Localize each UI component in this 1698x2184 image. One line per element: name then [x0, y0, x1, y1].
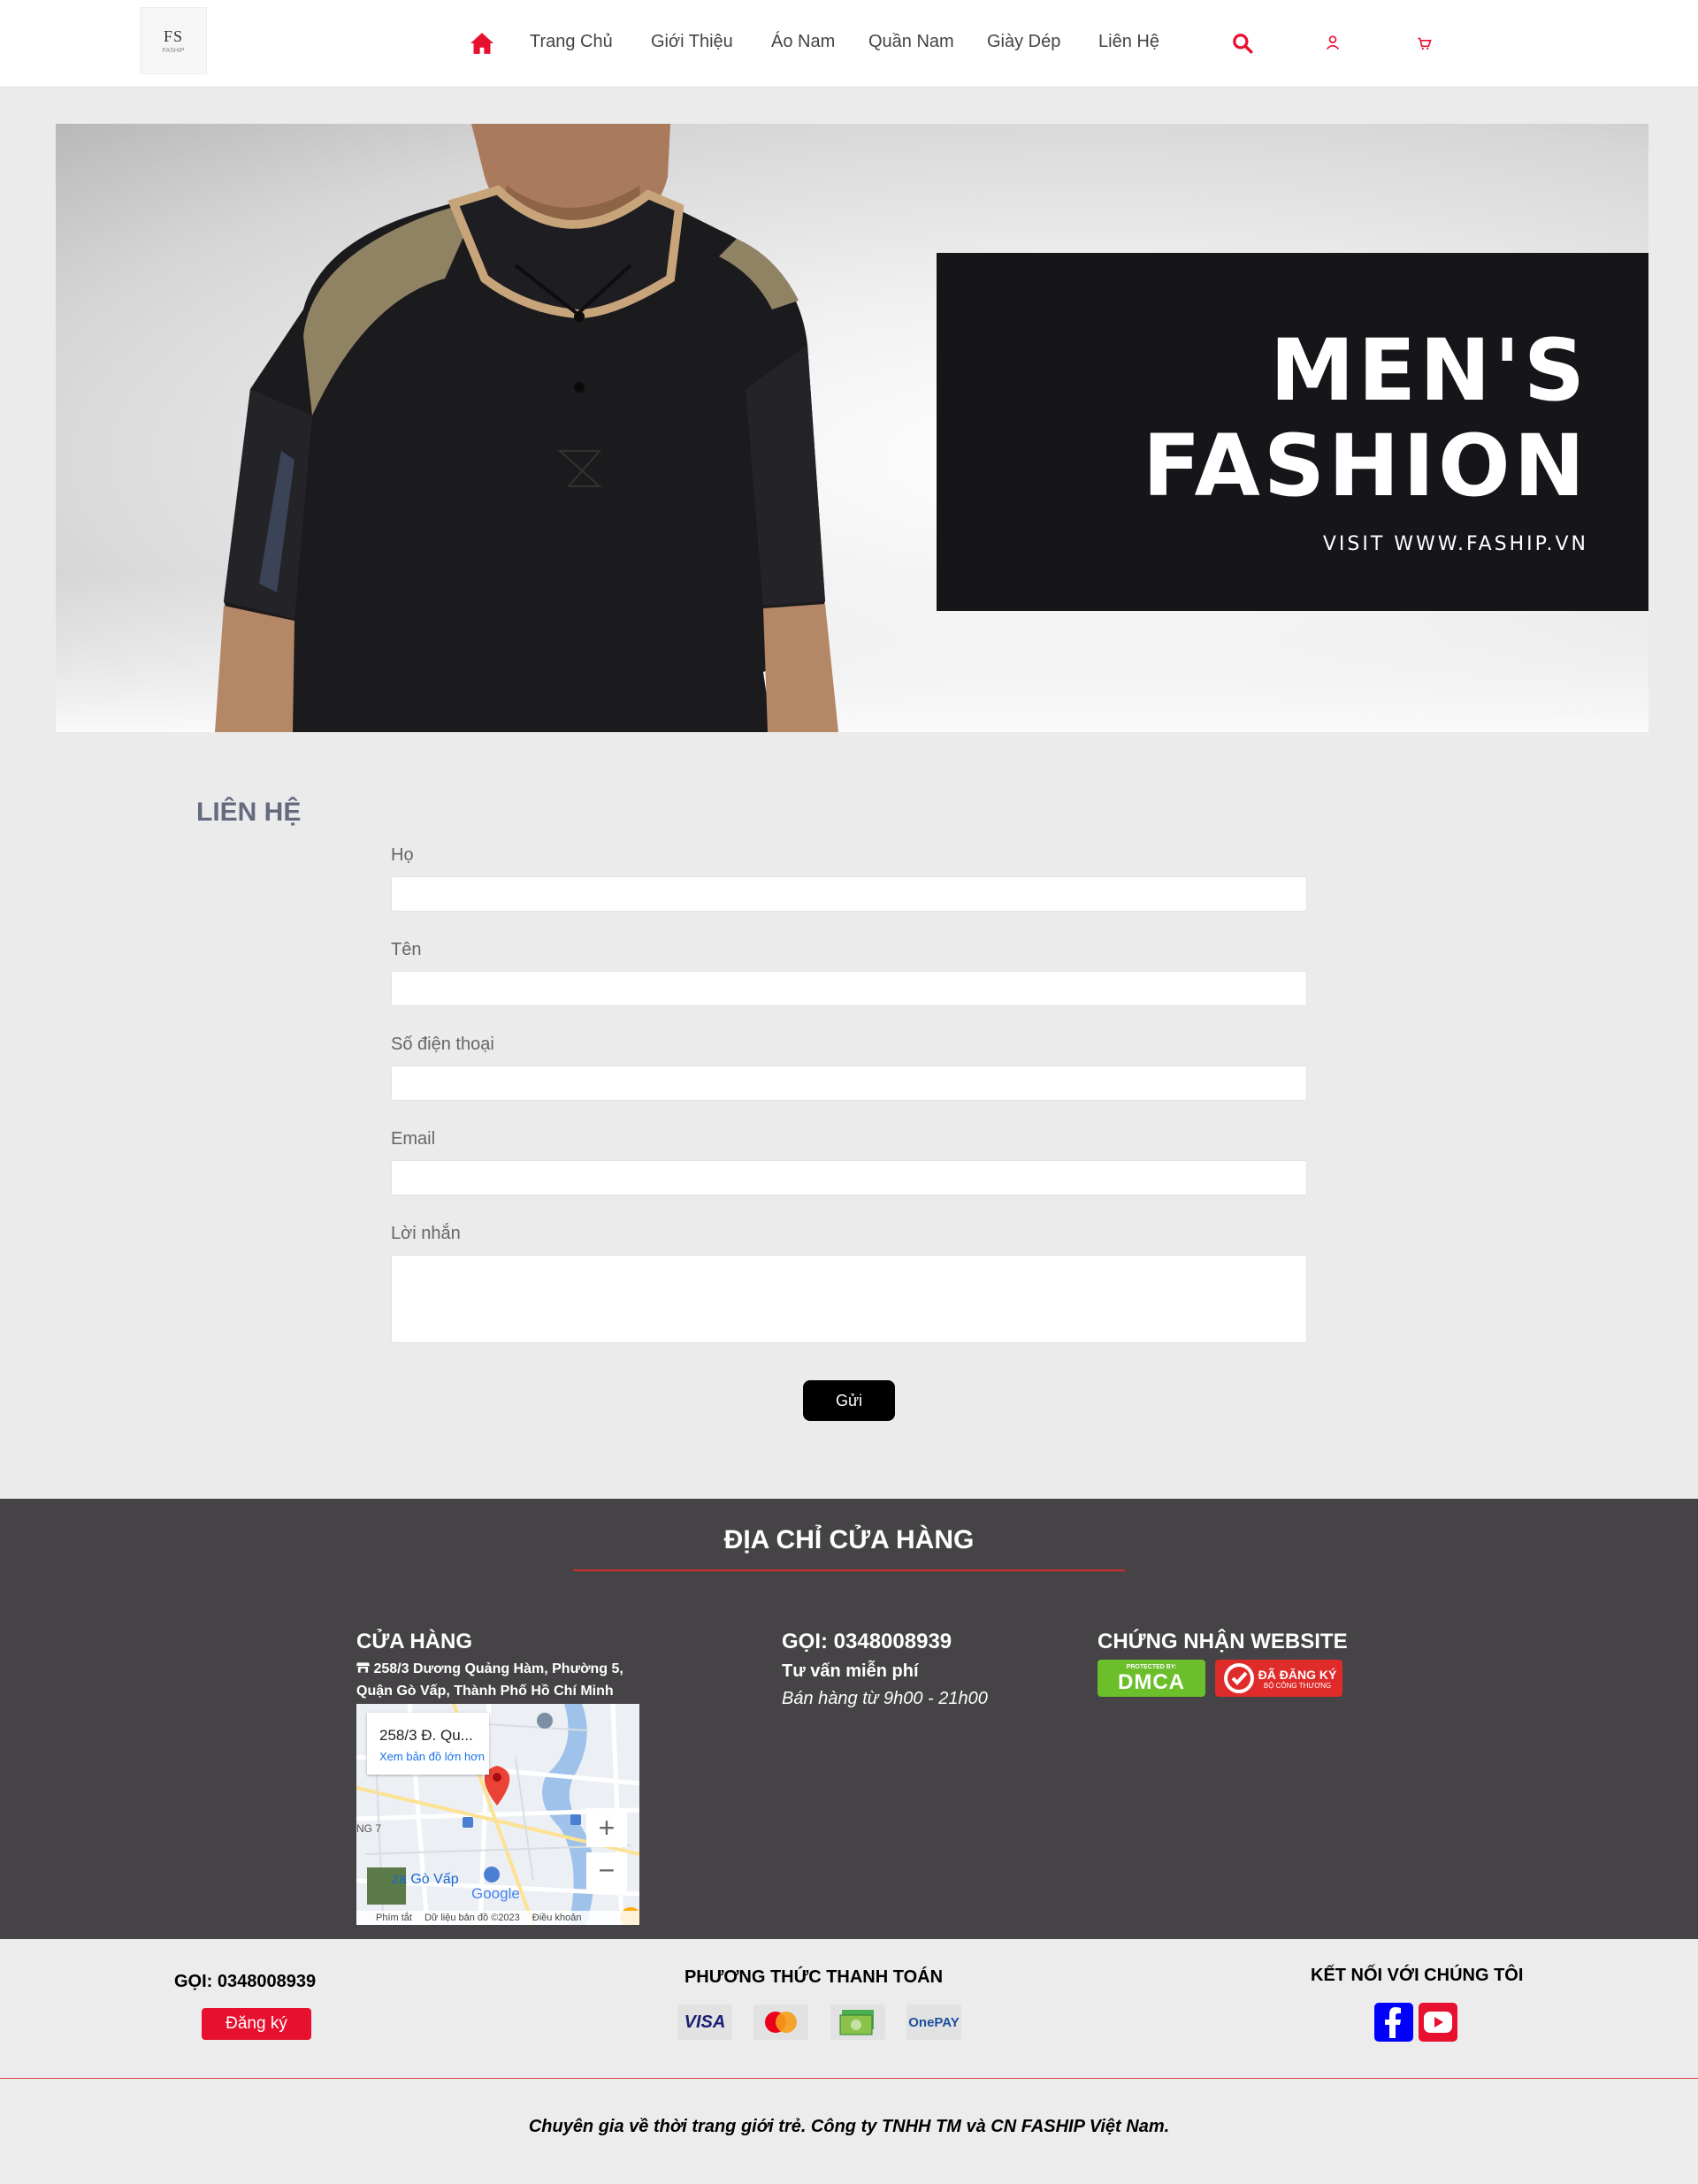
- phone-field[interactable]: [391, 1065, 1307, 1101]
- map-brand: Google: [471, 1885, 520, 1902]
- model-shirt-image: [215, 124, 838, 732]
- registered-badge[interactable]: ĐÃ ĐĂNG KÝ BỘ CÔNG THƯƠNG: [1215, 1660, 1342, 1697]
- check-seal-icon: [1223, 1663, 1254, 1693]
- mastercard-icon: [753, 2005, 808, 2040]
- map-shortcuts-link[interactable]: Phím tắt: [376, 1913, 412, 1923]
- first-name-label: Tên: [391, 940, 422, 959]
- email-label: Email: [391, 1129, 436, 1149]
- email-field[interactable]: [391, 1160, 1307, 1195]
- registered-sub-text: BỘ CÔNG THƯƠNG: [1263, 1681, 1332, 1690]
- nav-ao-nam[interactable]: Áo Nam: [771, 32, 835, 52]
- store-address: 258/3 Dương Quảng Hàm, Phường 5, Quận Gò…: [356, 1658, 648, 1702]
- nav-giay-dep[interactable]: Giày Dép: [987, 32, 1060, 52]
- footer-call: GỌI: 0348008939: [782, 1630, 952, 1653]
- onepay-icon: OnePAY: [906, 2005, 961, 2040]
- message-label: Lời nhắn: [391, 1224, 461, 1243]
- first-name-field[interactable]: [391, 971, 1307, 1006]
- nav-gioi-thieu[interactable]: Giới Thiệu: [651, 32, 733, 52]
- dmca-badge[interactable]: PROTECTED BY: DMCA: [1098, 1660, 1205, 1697]
- site-logo[interactable]: FS FASHIP: [140, 7, 207, 74]
- visa-label: VISA: [684, 2012, 726, 2032]
- footer-slogan: Chuyên gia về thời trang giới trẻ. Công …: [528, 2117, 1170, 2136]
- registered-text: ĐÃ ĐĂNG KÝ: [1258, 1667, 1337, 1682]
- footer-divider: [0, 2078, 1698, 2079]
- page-title: LIÊN HỆ: [196, 798, 302, 827]
- banner-headline-2: FASHION: [1142, 416, 1588, 515]
- registered-texts: ĐÃ ĐĂNG KÝ BỘ CÔNG THƯƠNG: [1258, 1668, 1337, 1690]
- banner-url: VISIT WWW.FASHIP.VN: [1322, 533, 1588, 555]
- store-map[interactable]: 258/3 Đ. Qu... Xem bản đồ lớn hơn + − NG…: [356, 1704, 639, 1925]
- store-title: CỬA HÀNG: [356, 1630, 473, 1653]
- map-area-label: za Gò Vấp: [392, 1872, 459, 1887]
- map-zoom-out-button[interactable]: −: [586, 1852, 627, 1891]
- map-terms-link[interactable]: Điều khoản: [532, 1913, 582, 1923]
- store-icon: [356, 1662, 370, 1673]
- banner-headline-1: MEN'S: [1270, 321, 1588, 420]
- register-button[interactable]: Đăng ký: [202, 2008, 311, 2040]
- visa-icon: VISA: [677, 2005, 732, 2040]
- phone-label: Số điện thoại: [391, 1035, 494, 1054]
- search-icon[interactable]: [1231, 32, 1254, 55]
- map-info-card: 258/3 Đ. Qu... Xem bản đồ lớn hơn: [367, 1713, 489, 1775]
- nav-quan-nam[interactable]: Quần Nam: [868, 32, 954, 52]
- site-header: FS FASHIP Trang Chủ Giới Thiệu Áo Nam Qu…: [0, 0, 1698, 88]
- nav-trang-chu[interactable]: Trang Chủ: [530, 32, 613, 52]
- bottom-footer: GỌI: 0348008939 Đăng ký PHƯƠNG THỨC THAN…: [0, 1939, 1698, 2184]
- map-street-label: NG 7: [356, 1822, 382, 1835]
- hours-text: Bán hàng từ 9h00 - 21h00: [782, 1689, 988, 1708]
- map-attribution: Phím tắt Dữ liệu bản đồ ©2023 Điều khoản: [356, 1911, 639, 1925]
- youtube-icon[interactable]: [1419, 2003, 1457, 2042]
- home-icon[interactable]: [469, 32, 495, 55]
- consult-text: Tư vấn miễn phí: [782, 1661, 919, 1681]
- map-place-name: 258/3 Đ. Qu...: [379, 1727, 473, 1744]
- hero-banner[interactable]: MEN'S FASHION VISIT WWW.FASHIP.VN: [56, 124, 1648, 732]
- onepay-label: OnePAY: [908, 2014, 960, 2030]
- last-name-label: Họ: [391, 845, 414, 865]
- social-title: KẾT NỐI VỚI CHÚNG TÔI: [1311, 1966, 1524, 1985]
- cert-title: CHỨNG NHẬN WEBSITE: [1098, 1630, 1348, 1653]
- map-data-text: Dữ liệu bản đồ ©2023: [424, 1913, 520, 1923]
- store-footer: ĐỊA CHỈ CỬA HÀNG CỬA HÀNG 258/3 Dương Qu…: [0, 1499, 1698, 1939]
- map-larger-link[interactable]: Xem bản đồ lớn hơn: [379, 1750, 485, 1763]
- map-zoom-in-button[interactable]: +: [586, 1808, 627, 1847]
- banner-text-box: MEN'S FASHION VISIT WWW.FASHIP.VN: [937, 253, 1648, 611]
- cash-icon: [830, 2005, 885, 2040]
- logo-text: FASHIP: [162, 48, 185, 54]
- message-field[interactable]: [391, 1255, 1307, 1343]
- address-text: 258/3 Dương Quảng Hàm, Phường 5, Quận Gò…: [356, 1661, 623, 1699]
- facebook-icon[interactable]: [1374, 2003, 1413, 2042]
- nav-lien-he[interactable]: Liên Hệ: [1098, 32, 1159, 52]
- dmca-text: DMCA: [1118, 1669, 1185, 1694]
- store-heading: ĐỊA CHỈ CỬA HÀNG: [723, 1525, 975, 1554]
- user-icon[interactable]: [1321, 32, 1344, 55]
- logo-mark: FS: [163, 27, 184, 45]
- last-name-field[interactable]: [391, 876, 1307, 912]
- heading-divider: [573, 1569, 1125, 1571]
- cart-icon[interactable]: [1413, 32, 1436, 55]
- submit-button[interactable]: Gửi: [803, 1380, 895, 1421]
